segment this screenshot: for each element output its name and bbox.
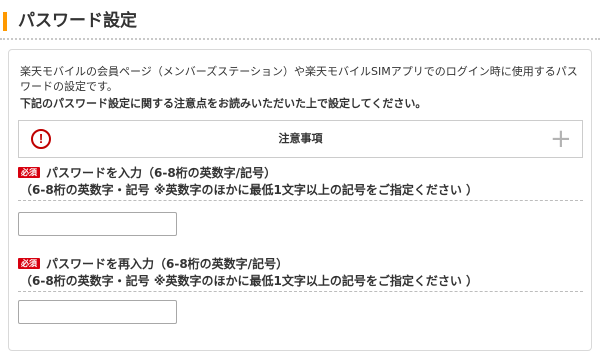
password-confirm-label-text: パスワードを再入力（6-8桁の英数字/記号） [46,257,289,271]
password-input[interactable] [18,212,177,236]
field-divider [18,291,583,292]
notice-title: 注意事項 [278,132,323,145]
header-accent-bar [3,12,7,31]
page-title: パスワード設定 [18,11,137,31]
intro-notice-text: 下記のパスワード設定に関する注意点をお読みいただいた上で設定してください。 [20,97,427,110]
password-sublabel: （6-8桁の英数字・記号 ※英数字のほかに最低1文字以上の記号をご指定ください … [20,183,479,197]
section-header: パスワード設定 [0,0,600,40]
field-divider [18,200,583,201]
password-settings-card: 楽天モバイルの会員ページ（メンバーズステーション）や楽天モバイルSIMアプリでの… [8,49,592,351]
required-badge: 必須 [18,167,40,178]
required-badge: 必須 [18,258,40,269]
password-confirm-input[interactable] [18,300,177,324]
password-label: 必須 パスワードを入力（6-8桁の英数字/記号） [18,165,583,181]
password-confirm-sublabel: （6-8桁の英数字・記号 ※英数字のほかに最低1文字以上の記号をご指定ください … [20,274,479,288]
notice-accordion[interactable]: ! 注意事項 + [18,120,583,158]
plus-icon[interactable]: + [550,125,572,153]
password-label-text: パスワードを入力（6-8桁の英数字/記号） [46,166,277,180]
header-divider [0,38,600,40]
password-confirm-label: 必須 パスワードを再入力（6-8桁の英数字/記号） [18,256,583,272]
intro-text: 楽天モバイルの会員ページ（メンバーズステーション）や楽天モバイルSIMアプリでの… [20,65,578,93]
